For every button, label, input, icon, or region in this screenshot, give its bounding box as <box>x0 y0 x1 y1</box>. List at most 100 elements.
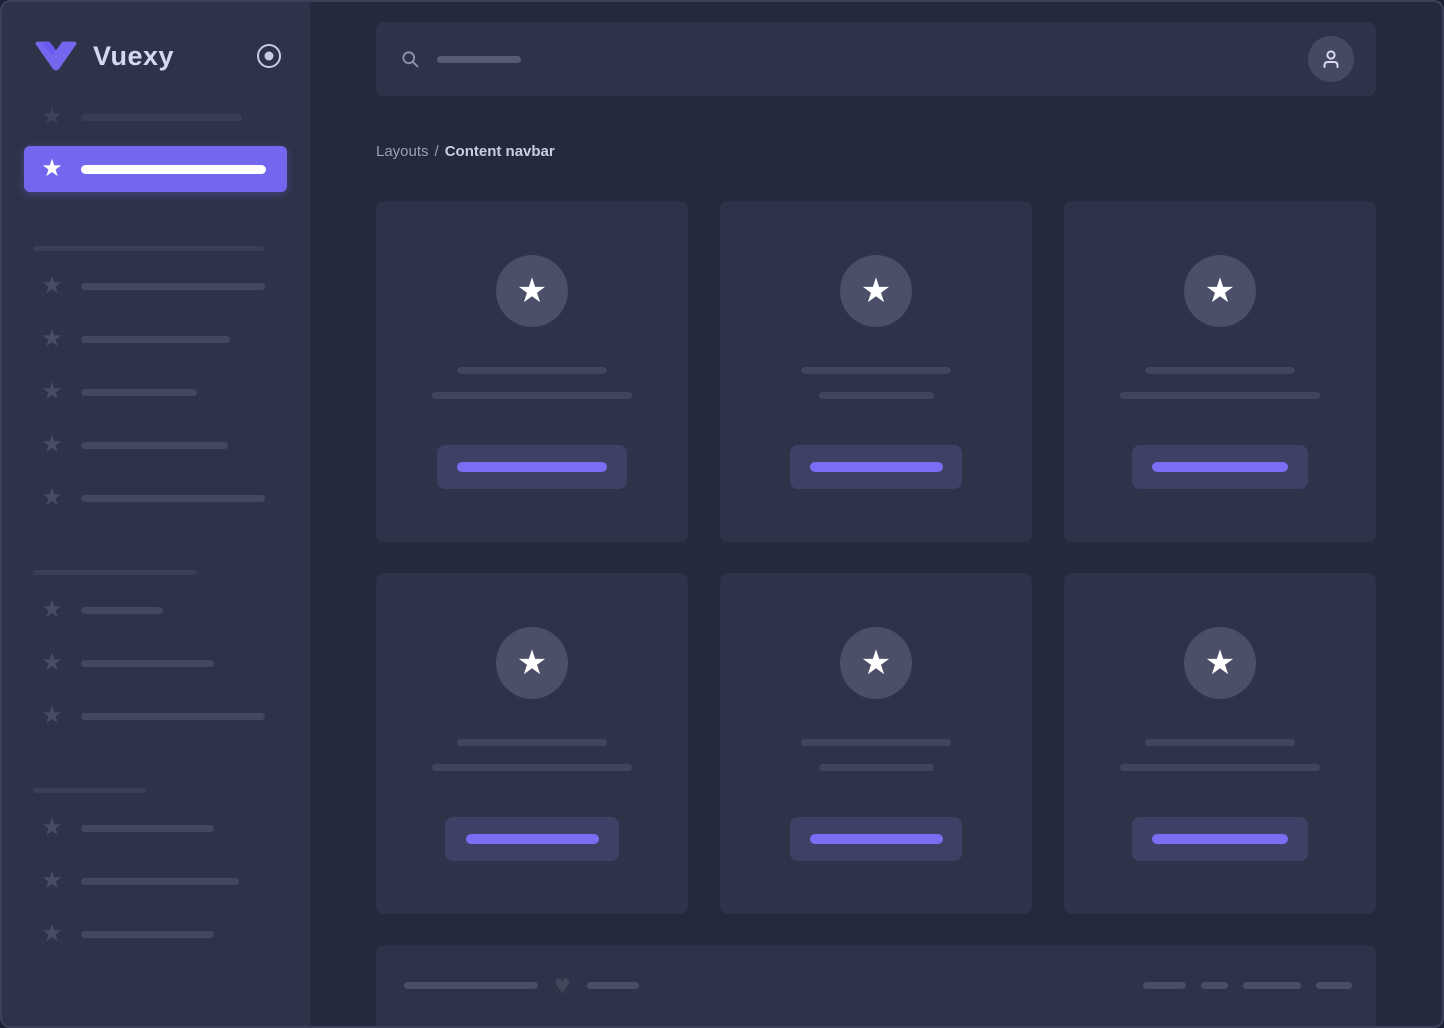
placeholder-card: ★ <box>1064 573 1376 914</box>
footer-link-placeholder <box>1143 982 1186 989</box>
sidebar-item[interactable]: ★ <box>0 427 310 463</box>
card-text-placeholder <box>1145 367 1295 374</box>
button-label-placeholder <box>810 462 943 472</box>
sidebar-section-header <box>33 246 264 251</box>
sidebar-item-placeholder <box>81 114 242 121</box>
button-label-placeholder <box>810 834 943 844</box>
sidebar-item-placeholder <box>81 442 228 449</box>
sidebar-item-placeholder <box>81 660 214 667</box>
sidebar-item-placeholder <box>81 825 214 832</box>
sidebar-item-placeholder <box>81 283 265 290</box>
star-icon: ★ <box>40 869 64 893</box>
sidebar-item-placeholder <box>81 165 266 174</box>
footer-left-group: ♥ <box>404 971 639 999</box>
breadcrumb-current: Content navbar <box>445 143 555 160</box>
star-icon: ★ <box>40 704 64 728</box>
card-text-placeholder <box>1120 392 1320 399</box>
button-label-placeholder <box>1152 834 1288 844</box>
card-action-button[interactable] <box>445 817 619 861</box>
star-icon: ★ <box>40 816 64 840</box>
card-avatar-circle: ★ <box>1184 255 1256 327</box>
star-icon: ★ <box>861 646 891 680</box>
sidebar-item-placeholder <box>81 878 239 885</box>
card-avatar-circle: ★ <box>1184 627 1256 699</box>
card-text-placeholder <box>432 392 632 399</box>
star-icon: ★ <box>517 646 547 680</box>
placeholder-card: ★ <box>720 573 1032 914</box>
sidebar-item-placeholder <box>81 336 230 343</box>
footer-link-placeholder <box>1201 982 1228 989</box>
sidebar-section-header <box>33 788 146 793</box>
card-avatar-circle: ★ <box>840 627 912 699</box>
sidebar-item-placeholder <box>81 389 197 396</box>
sidebar-item-placeholder <box>81 495 265 502</box>
star-icon: ★ <box>40 157 64 181</box>
sidebar-item[interactable]: ★ <box>0 480 310 516</box>
star-icon: ★ <box>40 486 64 510</box>
placeholder-card: ★ <box>376 573 688 914</box>
sidebar-item[interactable]: ★ <box>0 863 310 899</box>
sidebar-item[interactable]: ★ <box>0 810 310 846</box>
card-avatar-circle: ★ <box>496 255 568 327</box>
footer-link-placeholder <box>1243 982 1301 989</box>
card-action-button[interactable] <box>1132 817 1308 861</box>
search-icon <box>400 49 420 69</box>
footer-right-group <box>1143 982 1352 989</box>
sidebar-item-placeholder <box>81 607 163 614</box>
button-label-placeholder <box>457 462 607 472</box>
sidebar-item[interactable]: ★ <box>0 321 310 357</box>
breadcrumb-parent[interactable]: Layouts <box>376 143 429 160</box>
star-icon: ★ <box>1205 274 1235 308</box>
sidebar-item-placeholder <box>81 931 214 938</box>
top-navbar <box>376 22 1376 96</box>
card-avatar-circle: ★ <box>496 627 568 699</box>
sidebar-item-active[interactable]: ★ <box>24 146 287 192</box>
sidebar-menu-sections: ★ ★ ★ ★ ★ ★ ★ ★ ★ ★ ★ <box>0 246 310 952</box>
star-icon: ★ <box>40 380 64 404</box>
star-icon: ★ <box>40 598 64 622</box>
menu-pin-icon[interactable] <box>257 44 281 68</box>
card-action-button[interactable] <box>1132 445 1308 489</box>
star-icon: ★ <box>40 327 64 351</box>
card-text-placeholder <box>819 764 934 771</box>
star-icon: ★ <box>40 922 64 946</box>
card-action-button[interactable] <box>437 445 627 489</box>
search-input[interactable] <box>400 49 1308 69</box>
footer-text-placeholder <box>404 982 538 989</box>
heart-icon: ♥ <box>554 971 571 999</box>
footer-link-placeholder <box>1316 982 1352 989</box>
vuexy-logo-icon <box>33 40 79 72</box>
sidebar-item[interactable]: ★ <box>0 99 310 135</box>
user-avatar[interactable] <box>1308 36 1354 82</box>
placeholder-card: ★ <box>720 201 1032 542</box>
sidebar-item[interactable]: ★ <box>0 916 310 952</box>
card-text-placeholder <box>457 367 607 374</box>
sidebar-item[interactable]: ★ <box>0 698 310 734</box>
sidebar-item[interactable]: ★ <box>0 268 310 304</box>
star-icon: ★ <box>1205 646 1235 680</box>
card-text-placeholder <box>432 764 632 771</box>
star-icon: ★ <box>40 274 64 298</box>
sidebar: Vuexy ★ ★ ★ ★ ★ ★ ★ ★ ★ ★ ★ ★ ★ <box>0 0 310 1028</box>
card-text-placeholder <box>801 739 951 746</box>
card-text-placeholder <box>801 367 951 374</box>
footer-card: ♥ <box>376 945 1376 1028</box>
sidebar-section-header <box>33 570 197 575</box>
card-text-placeholder <box>819 392 934 399</box>
search-placeholder <box>437 56 521 63</box>
star-icon: ★ <box>40 433 64 457</box>
card-action-button[interactable] <box>790 817 962 861</box>
sidebar-logo-row: Vuexy <box>33 34 281 78</box>
star-icon: ★ <box>861 274 891 308</box>
button-label-placeholder <box>466 834 599 844</box>
sidebar-item[interactable]: ★ <box>0 374 310 410</box>
sidebar-item[interactable]: ★ <box>0 645 310 681</box>
star-icon: ★ <box>40 651 64 675</box>
app-window: Vuexy ★ ★ ★ ★ ★ ★ ★ ★ ★ ★ ★ ★ ★ <box>0 0 1444 1028</box>
card-text-placeholder <box>457 739 607 746</box>
card-grid: ★ ★ ★ ★ ★ ★ <box>376 201 1376 914</box>
card-text-placeholder <box>1145 739 1295 746</box>
sidebar-item[interactable]: ★ <box>0 592 310 628</box>
card-action-button[interactable] <box>790 445 962 489</box>
placeholder-card: ★ <box>376 201 688 542</box>
